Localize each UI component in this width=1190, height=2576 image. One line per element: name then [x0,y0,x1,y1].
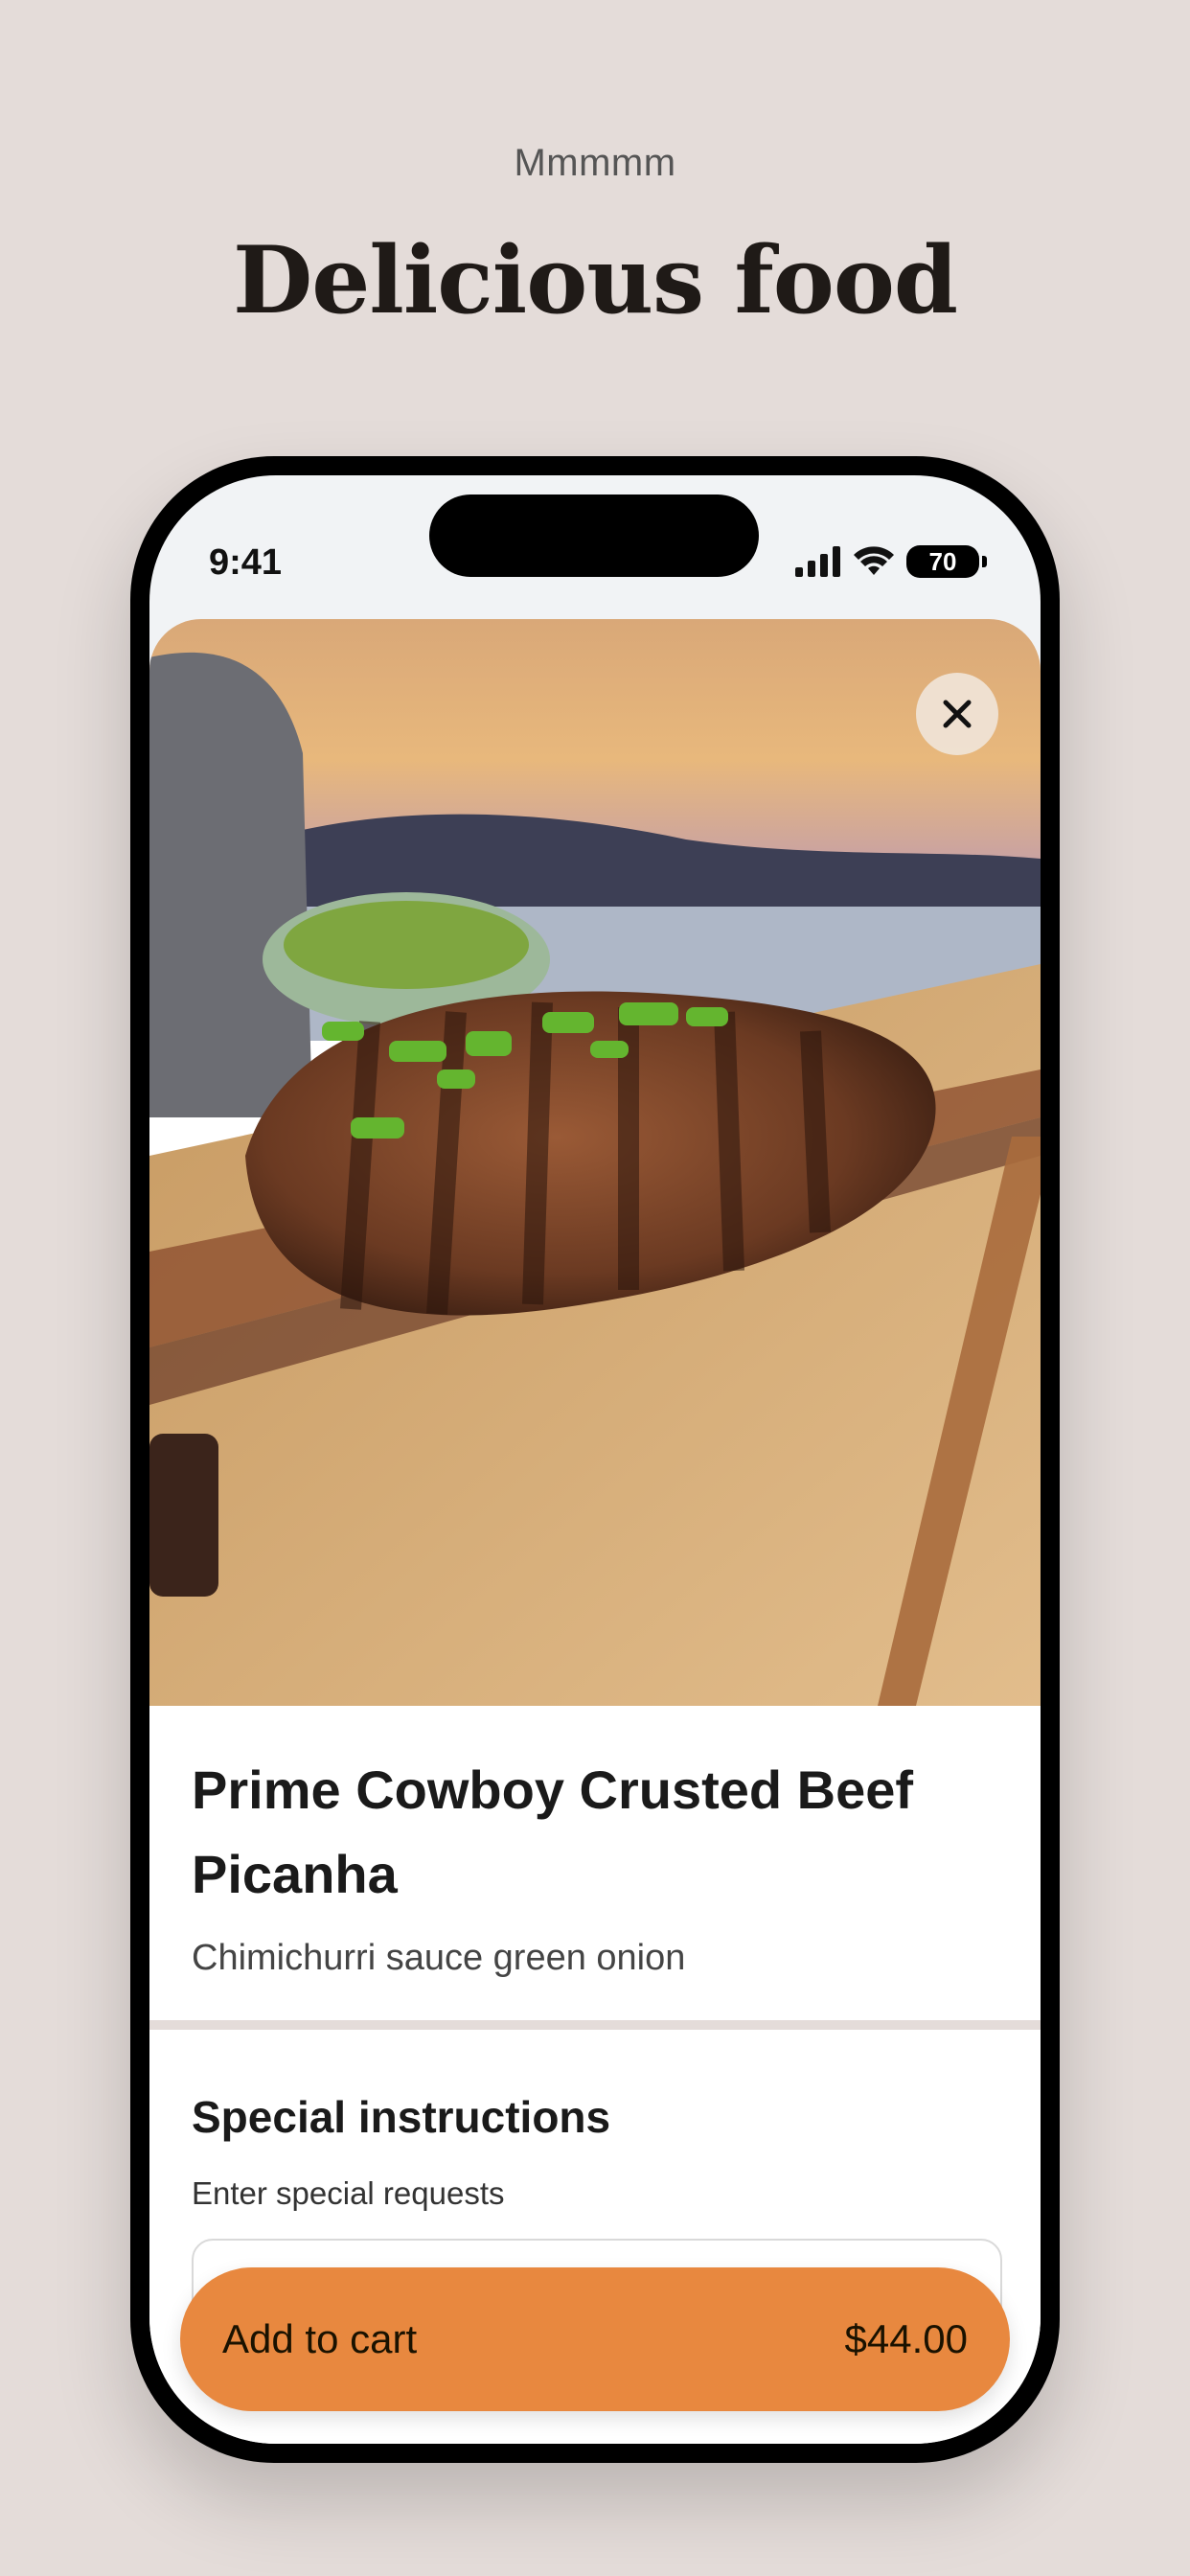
phone-frame: 9:41 70 Prime Cowboy Crusted Beef Picanh… [130,456,1060,2463]
item-description: Chimichurri sauce green onion [192,1938,686,1978]
status-time: 9:41 [209,542,283,583]
status-icons: 70 [795,540,987,583]
eyebrow-text: Mmmmm [514,142,676,184]
food-photo [149,619,1041,1706]
phone-screen: 9:41 70 Prime Cowboy Crusted Beef Picanh… [149,475,1041,2444]
page-headline: Delicious food [233,226,958,334]
item-sheet: Prime Cowboy Crusted Beef Picanha Chimic… [149,619,1041,2444]
special-instructions-subtitle: Enter special requests [192,2175,505,2211]
wifi-icon [854,546,894,575]
battery-icon: 70 [906,545,987,578]
close-button[interactable] [916,673,998,755]
dynamic-island [429,494,759,577]
section-divider [149,2020,1041,2030]
add-to-cart-button[interactable]: Add to cart $44.00 [180,2267,1010,2411]
add-to-cart-label: Add to cart [222,2316,418,2361]
close-icon [943,700,972,728]
special-instructions-title: Special instructions [192,2092,611,2142]
item-title: Prime Cowboy Crusted Beef Picanha [192,1760,914,1904]
cart-price: $44.00 [844,2316,968,2361]
cellular-signal-icon [795,546,840,577]
